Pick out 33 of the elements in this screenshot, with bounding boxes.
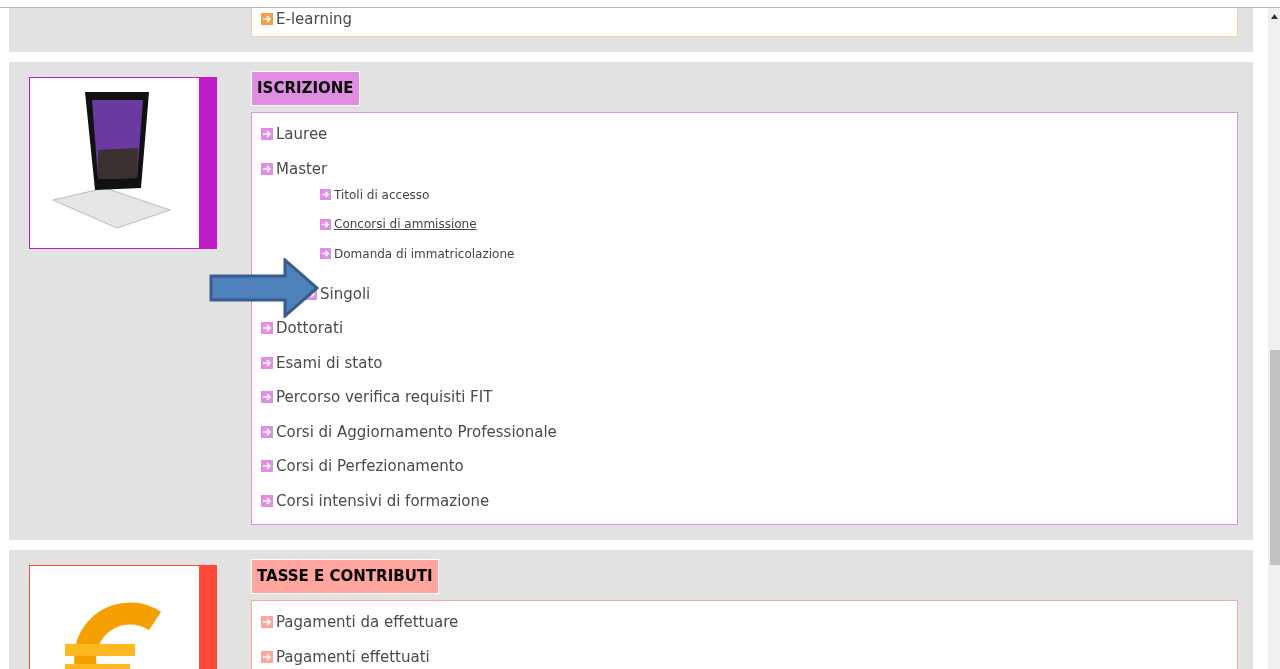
arrow-bullet-icon: [261, 322, 273, 335]
scroll-up-icon[interactable]: [1271, 14, 1278, 19]
menu-link[interactable]: Corsi di Perfezionamento: [276, 457, 464, 476]
arrow-bullet-icon: [261, 356, 273, 369]
arrow-bullet-icon: [261, 616, 273, 629]
arrow-bullet-icon: [320, 248, 331, 260]
arrow-bullet-icon: [261, 425, 273, 438]
arrow-bullet-icon: [320, 218, 331, 230]
menu-link[interactable]: Esami di stato: [276, 353, 383, 372]
arrow-bullet-icon: [261, 162, 273, 175]
menu-link[interactable]: Percorso verifica requisiti FIT: [276, 388, 493, 407]
menu-link[interactable]: Titoli di accesso: [334, 187, 430, 202]
arrow-bullet-icon: [261, 391, 273, 404]
arrow-bullet-icon: [261, 460, 273, 473]
menu-link[interactable]: Corsi di Aggiornamento Professionale: [276, 422, 557, 441]
arrow-bullet-icon: [320, 189, 331, 201]
menu-link[interactable]: Pagamenti effettuati: [276, 647, 430, 666]
menu-link[interactable]: Corsi intensivi di formazione: [276, 491, 490, 510]
arrow-bullet-icon: [261, 650, 273, 663]
arrow-bullet-icon: [261, 128, 273, 141]
menu-link[interactable]: E-learning: [276, 10, 353, 28]
scroll-thumb[interactable]: [1270, 350, 1280, 565]
menu-link[interactable]: Master: [276, 159, 328, 178]
menu-link[interactable]: Concorsi di ammissione: [334, 217, 477, 232]
menu-link[interactable]: Dottorati: [276, 319, 344, 338]
menu-link[interactable]: Domanda di immatricolazione: [334, 246, 515, 261]
scrollbar[interactable]: [1268, 8, 1280, 669]
menu-link[interactable]: Lauree: [276, 125, 328, 144]
section-heading: TASSE E CONTRIBUTI: [251, 559, 439, 594]
arrow-bullet-icon: [261, 494, 273, 507]
menu-link[interactable]: Pagamenti da effettuare: [276, 613, 459, 632]
menu-link[interactable]: Singoli: [320, 284, 371, 303]
section-heading: ISCRIZIONE: [251, 71, 360, 106]
